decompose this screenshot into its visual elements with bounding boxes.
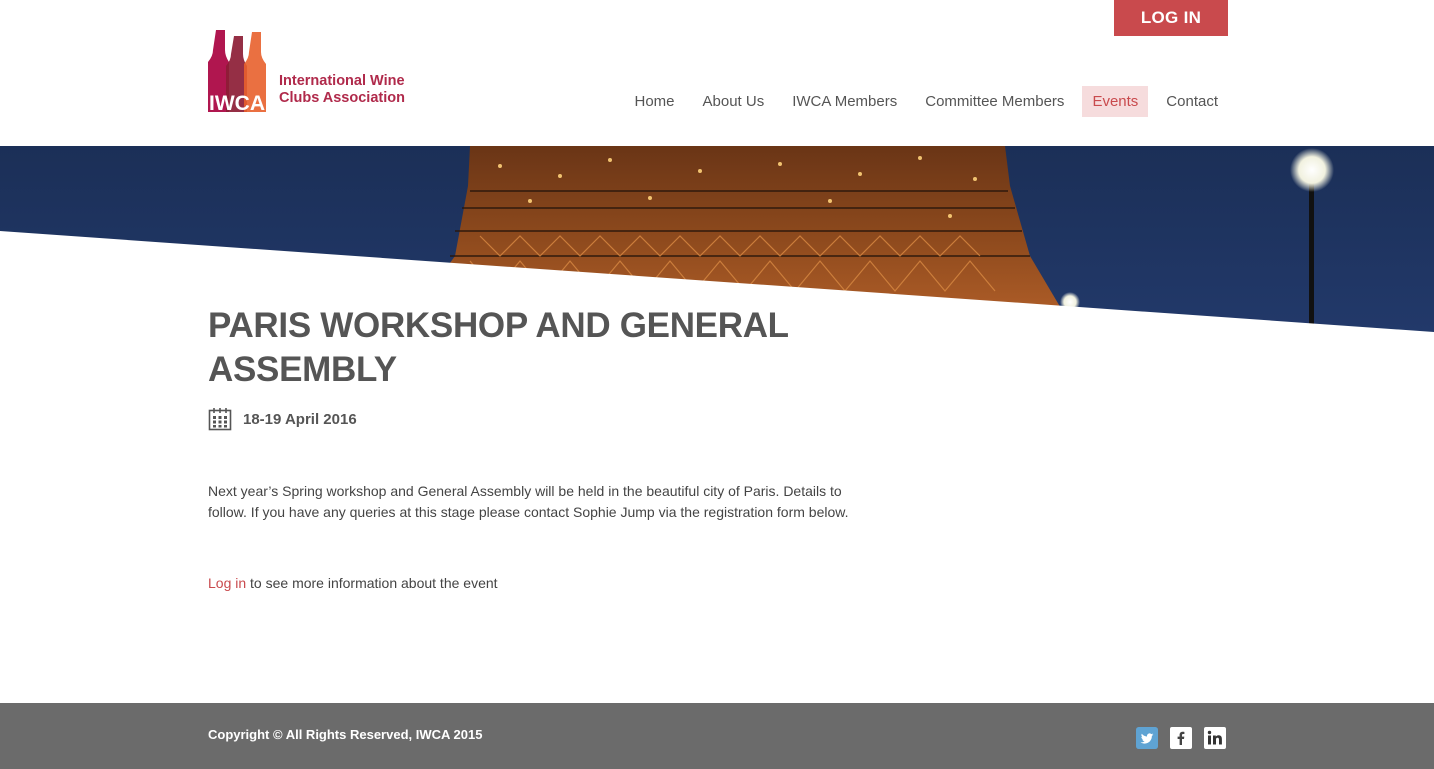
nav-item-about-us[interactable]: About Us (693, 86, 775, 117)
login-button[interactable]: LOG IN (1114, 0, 1228, 36)
logo-text: International Wine Clubs Association (279, 73, 405, 107)
main-nav: Home About Us IWCA Members Committee Mem… (617, 86, 1229, 117)
nav-item-events[interactable]: Events (1082, 86, 1149, 117)
wine-bottles-logo-icon: IWCA (208, 30, 266, 115)
twitter-icon[interactable] (1136, 727, 1158, 749)
logo-line-1: International Wine (279, 73, 405, 89)
footer: Copyright © All Rights Reserved, IWCA 20… (0, 703, 1434, 769)
copyright-text: Copyright © All Rights Reserved, IWCA 20… (208, 727, 483, 742)
iwca-logo[interactable]: IWCA International Wine Clubs Associatio… (208, 28, 408, 115)
calendar-icon (208, 408, 232, 431)
nav-item-home[interactable]: Home (625, 86, 685, 117)
login-note-text: to see more information about the event (246, 575, 498, 591)
login-note: Log in to see more information about the… (208, 575, 498, 591)
logo-acronym: IWCA (209, 92, 265, 112)
social-links (1136, 727, 1238, 749)
logo-line-2: Clubs Association (279, 90, 405, 106)
event-date: 18-19 April 2016 (243, 410, 357, 428)
event-description: Next year’s Spring workshop and General … (208, 483, 849, 520)
nav-item-committee-members[interactable]: Committee Members (915, 86, 1074, 117)
page-title: PARIS WORKSHOP AND GENERAL ASSEMBLY (208, 306, 789, 389)
login-link[interactable]: Log in (208, 575, 246, 591)
facebook-icon[interactable] (1170, 727, 1192, 749)
nav-item-iwca-members[interactable]: IWCA Members (782, 86, 907, 117)
linkedin-icon[interactable] (1204, 727, 1226, 749)
nav-item-contact[interactable]: Contact (1156, 86, 1228, 117)
event-date-row: 18-19 April 2016 (208, 407, 357, 431)
